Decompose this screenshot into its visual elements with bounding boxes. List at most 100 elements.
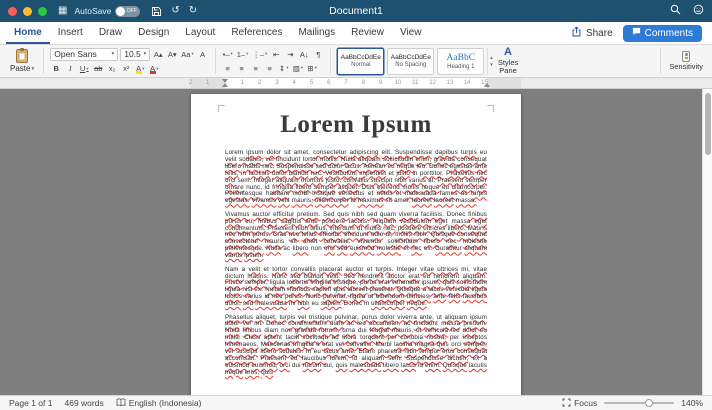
ribbon-tabs: Home Insert Draw Design Layout References Mail… [6,22,429,44]
justify-icon[interactable]: ≡ [264,62,276,74]
ruler-right-margin [487,78,521,88]
word-window: ▦ AutoSave OFF ↺ ↻ Document1 Home Insert D… [0,0,712,410]
superscript-icon[interactable]: x² [120,63,132,75]
statusbar-right: Focus 140% [562,398,703,409]
ruler-mark: 14 [463,80,471,86]
search-icon[interactable] [670,2,681,20]
shading-icon[interactable]: ▨ [292,62,304,74]
styles-gallery-scroll[interactable]: ▴ ▾ [487,47,493,75]
ruler-mark: 6 [327,80,331,86]
show-formatting-icon[interactable]: ¶ [312,48,324,60]
zoom-slider-knob[interactable] [644,399,653,407]
strikethrough-icon[interactable]: ab [92,63,104,75]
tab-design[interactable]: Design [130,22,177,44]
decrease-font-size-icon[interactable]: A▾ [166,48,178,60]
language-text: English (Indonesia) [128,398,202,408]
paragraph[interactable]: Lorem ipsum dolor sit amet, consectetur … [225,149,487,205]
bullet-list-icon[interactable]: •– [222,48,234,60]
share-label: Share [585,27,613,39]
style-no-spacing[interactable]: AaBbCcDdEe No Spacing [387,47,435,75]
focus-button[interactable]: Focus [562,398,597,409]
page[interactable]: Lorem Ipsum Lorem ipsum dolor sit amet, … [191,94,521,395]
styles-group: AaBbCcDdEe Normal AaBbCcDdEe No Spacing AaBb… [337,45,520,76]
font-name-select[interactable]: Open Sans ▾ [50,47,119,61]
tab-mailings[interactable]: Mailings [290,22,343,44]
sensitivity-button[interactable]: Sensitivity [667,50,705,71]
tab-review[interactable]: Review [343,22,392,44]
styles-pane-icon: A [504,45,512,58]
underline-icon[interactable]: U [78,63,90,75]
language-indicator[interactable]: English (Indonesia) [116,397,202,409]
font-color-icon[interactable]: A [148,63,160,75]
multilevel-list-icon[interactable]: ⋮– [251,48,268,60]
paragraph[interactable]: Vivamus auctor efficitur pretium. Sed qu… [225,211,487,260]
tab-home[interactable]: Home [6,22,50,44]
vertical-scrollbar[interactable] [702,89,712,395]
document-area: Lorem Ipsum Lorem ipsum dolor sit amet, … [0,89,712,395]
gallery-down-icon[interactable]: ▾ [490,62,493,68]
sort-icon[interactable]: A↓ [298,48,310,60]
undo-icon[interactable]: ↺ [171,6,179,16]
tab-view[interactable]: View [392,22,430,44]
italic-icon[interactable]: I [64,63,76,75]
bold-icon[interactable]: B [50,63,62,75]
increase-font-size-icon[interactable]: A▴ [152,48,164,60]
paragraph[interactable]: Phasellus aliquet, turpis vel tristique … [225,314,487,377]
align-left-icon[interactable]: ≡ [222,62,234,74]
font-size-select[interactable]: 10.5 ▾ [120,47,151,61]
group-separator [214,48,216,74]
minimize-window-button[interactable] [23,6,32,16]
clear-formatting-icon[interactable]: A [197,48,209,60]
tab-insert[interactable]: Insert [50,22,91,44]
close-window-button[interactable] [8,6,17,16]
align-right-icon[interactable]: ≡ [250,62,262,74]
ruler-mark: 2 [188,80,193,86]
style-normal[interactable]: AaBbCcDdEe Normal [337,47,385,75]
hanging-indent-marker[interactable] [222,83,228,87]
paragraph-group: •–1–⋮–⇤⇥A↓¶ ≡≡≡≡⇕▨⊞ [222,48,325,74]
paste-button[interactable]: Paste ▾ [7,48,37,73]
autosave-toggle[interactable]: OFF [115,5,141,17]
gallery-up-icon[interactable]: ▴ [490,55,493,61]
save-icon[interactable] [151,6,162,17]
view-switcher-icon[interactable]: ▦ [58,6,67,16]
style-heading-1[interactable]: AaBbC Heading 1 [437,47,485,75]
align-center-icon[interactable]: ≡ [236,62,248,74]
dropdown-arrow-icon: ▾ [31,65,35,72]
tab-references[interactable]: References [223,22,290,44]
ruler-mark: 4 [292,80,296,86]
tab-draw[interactable]: Draw [91,22,130,44]
focus-label: Focus [574,398,598,408]
share-icon [571,26,582,40]
redo-icon[interactable]: ↻ [189,6,197,16]
ruler-mark: 9 [379,80,383,86]
comments-button[interactable]: Comments [622,24,702,42]
share-button[interactable]: Share [571,26,613,40]
decrease-indent-icon[interactable]: ⇤ [270,48,282,60]
zoom-level[interactable]: 140% [681,398,703,408]
styles-pane-label: Styles Pane [497,57,519,75]
ruler-mark: 11 [412,80,419,86]
window-controls [8,6,47,16]
subscript-icon[interactable]: x₂ [106,63,118,75]
change-case-icon[interactable]: Aa [180,48,194,60]
increase-indent-icon[interactable]: ⇥ [284,48,296,60]
word-count[interactable]: 469 words [64,398,103,408]
document-heading[interactable]: Lorem Ipsum [191,111,521,139]
borders-icon[interactable]: ⊞ [306,62,318,74]
feedback-smiley-icon[interactable] [693,2,704,20]
zoom-window-button[interactable] [38,6,47,16]
scrollbar-thumb[interactable] [705,93,711,155]
line-spacing-icon[interactable]: ⇕ [278,62,290,74]
sensitivity-badge-icon [682,50,691,62]
numbered-list-icon[interactable]: 1– [236,48,250,60]
text-highlight-icon[interactable]: A [134,63,146,75]
paragraph[interactable]: Nam a velit et tortor convallis placerat… [225,266,487,308]
tab-layout[interactable]: Layout [177,22,223,44]
zoom-slider[interactable] [604,399,675,407]
ruler: 2 1 1 2 3 4 5 6 7 8 9 10 11 12 13 14 15 [0,78,712,89]
styles-pane-button[interactable]: A Styles Pane [496,45,520,76]
word-count-text: 469 words [64,398,104,408]
comments-label: Comments [644,27,693,39]
page-indicator[interactable]: Page 1 of 1 [9,398,52,408]
